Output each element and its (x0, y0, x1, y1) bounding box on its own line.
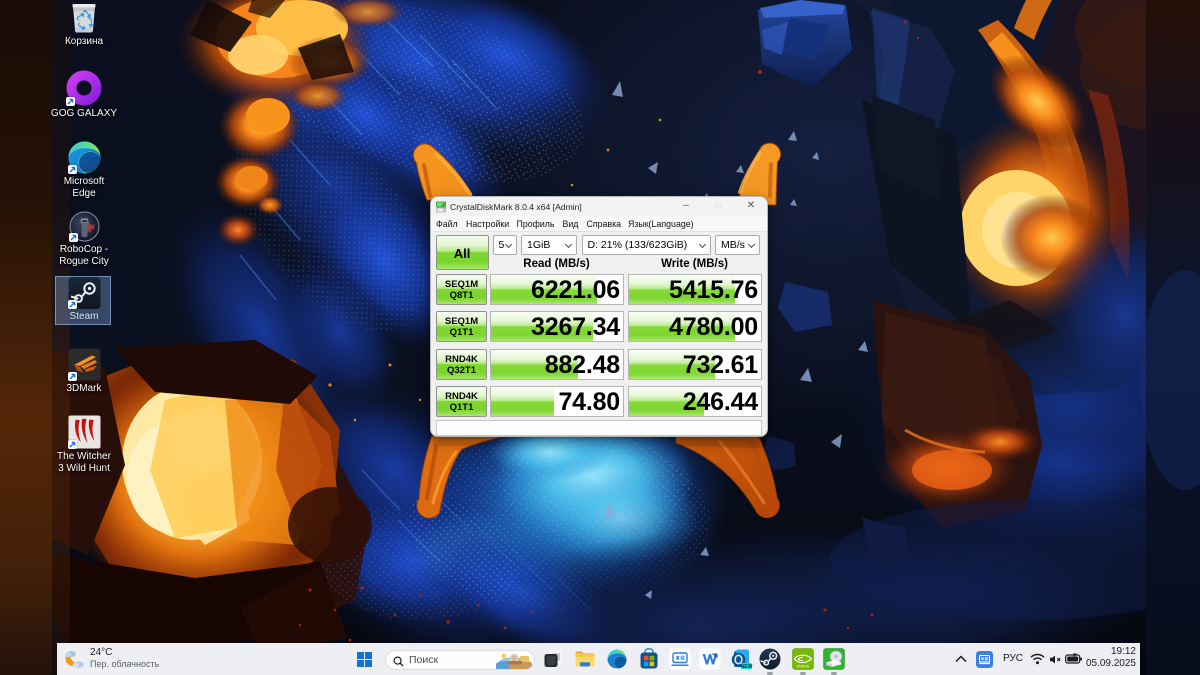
svg-text:NEW: NEW (741, 664, 753, 670)
svg-text:NVIDIA: NVIDIA (797, 665, 810, 669)
